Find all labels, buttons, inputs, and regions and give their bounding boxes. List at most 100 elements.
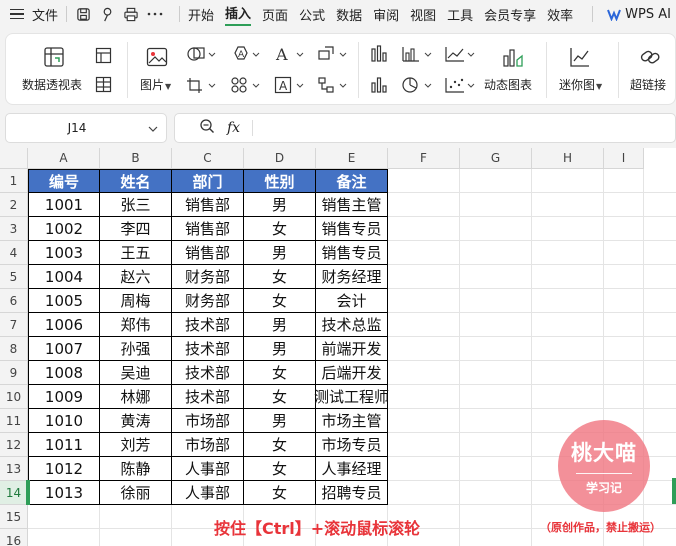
table-cell-dept[interactable]: 人事部 (172, 481, 244, 505)
table-cell-name[interactable]: 黄涛 (100, 409, 172, 433)
header-cell-dept[interactable]: 部门 (172, 169, 244, 193)
scatter-chart-icon[interactable] (444, 76, 476, 94)
table-cell-id[interactable]: 1007 (28, 337, 100, 361)
object-icon[interactable] (317, 45, 347, 63)
name-box[interactable]: J14 (5, 113, 167, 143)
table-cell-id[interactable]: 1009 (28, 385, 100, 409)
column-header-f[interactable]: F (388, 148, 460, 169)
table-cell-gender[interactable]: 女 (244, 217, 316, 241)
row-header-2[interactable]: 2 (0, 193, 28, 217)
table-cell-id[interactable]: 1013 (28, 481, 100, 505)
column-chart-icon[interactable] (369, 45, 389, 63)
table-cell-name[interactable]: 吴迪 (100, 361, 172, 385)
table-cell-gender[interactable]: 男 (244, 313, 316, 337)
table-cell-gender[interactable]: 女 (244, 265, 316, 289)
row-header-4[interactable]: 4 (0, 241, 28, 265)
column-header-a[interactable]: A (28, 148, 100, 169)
row-header-12[interactable]: 12 (0, 433, 28, 457)
textbox-icon[interactable]: A (274, 76, 304, 94)
table-cell-id[interactable]: 1002 (28, 217, 100, 241)
row-header-15[interactable]: 15 (0, 505, 28, 529)
row-header-14[interactable]: 14 (0, 481, 28, 505)
link-icon[interactable] (638, 45, 662, 69)
column-header-g[interactable]: G (460, 148, 532, 169)
wordart-icon[interactable]: A (274, 45, 304, 63)
row-header-1[interactable]: 1 (0, 169, 28, 193)
header-cell-name[interactable]: 姓名 (100, 169, 172, 193)
table-cell-dept[interactable]: 销售部 (172, 193, 244, 217)
formula-input[interactable] (253, 114, 675, 142)
tab-insert[interactable]: 插入 (225, 3, 252, 26)
table-cell-dept[interactable]: 销售部 (172, 241, 244, 265)
header-cell-gender[interactable]: 性别 (244, 169, 316, 193)
picture-button[interactable]: 图片▼ (140, 76, 171, 93)
icons-icon[interactable]: A (230, 45, 260, 63)
table-cell-name[interactable]: 王五 (100, 241, 172, 265)
scrollbar[interactable] (672, 478, 676, 504)
table-cell-gender[interactable]: 男 (244, 193, 316, 217)
table-cell-note[interactable]: 市场专员 (316, 433, 388, 457)
table-cell-id[interactable]: 1004 (28, 265, 100, 289)
table-cell-id[interactable]: 1003 (28, 241, 100, 265)
hyperlink-button[interactable]: 超链接 (630, 76, 666, 93)
table-cell-id[interactable]: 1005 (28, 289, 100, 313)
table-cell-note[interactable]: 销售专员 (316, 217, 388, 241)
dynamic-chart-button[interactable]: 动态图表 (484, 76, 532, 93)
column-header-h[interactable]: H (532, 148, 604, 169)
table-cell-name[interactable]: 刘芳 (100, 433, 172, 457)
table-cell-dept[interactable]: 技术部 (172, 313, 244, 337)
pivot-table-button[interactable]: 数据透视表 (22, 76, 82, 93)
table-cell-dept[interactable]: 市场部 (172, 433, 244, 457)
file-menu[interactable]: 文件 (32, 5, 58, 24)
table-cell-name[interactable]: 林娜 (100, 385, 172, 409)
table-cell-name[interactable]: 郑伟 (100, 313, 172, 337)
table-cell-gender[interactable]: 女 (244, 289, 316, 313)
table-cell-dept[interactable]: 财务部 (172, 265, 244, 289)
tab-page[interactable]: 页面 (262, 5, 288, 24)
shape-icon[interactable] (186, 45, 216, 63)
column-header-d[interactable]: D (244, 148, 316, 169)
more-icon[interactable] (147, 6, 163, 22)
table-cell-gender[interactable]: 男 (244, 409, 316, 433)
header-cell-note[interactable]: 备注 (316, 169, 388, 193)
table-cell-note[interactable]: 会计 (316, 289, 388, 313)
row-header-7[interactable]: 7 (0, 313, 28, 337)
select-all-corner[interactable] (0, 148, 28, 169)
pivot-table-icon[interactable] (42, 45, 66, 69)
table-cell-note[interactable]: 前端开发 (316, 337, 388, 361)
table-cell-note[interactable]: 财务经理 (316, 265, 388, 289)
table-cell-note[interactable]: 招聘专员 (316, 481, 388, 505)
table-cell-gender[interactable]: 女 (244, 457, 316, 481)
header-cell-id[interactable]: 编号 (28, 169, 100, 193)
table-cell-name[interactable]: 赵六 (100, 265, 172, 289)
table-cell-id[interactable]: 1001 (28, 193, 100, 217)
flowchart-icon[interactable] (317, 76, 347, 94)
line-chart-icon[interactable] (401, 45, 433, 63)
table-cell-dept[interactable]: 技术部 (172, 361, 244, 385)
table-icon[interactable] (94, 75, 112, 93)
column-header-b[interactable]: B (100, 148, 172, 169)
save-icon[interactable] (75, 6, 91, 22)
tab-data[interactable]: 数据 (336, 5, 362, 24)
tab-review[interactable]: 审阅 (373, 5, 399, 24)
table-cell-note[interactable]: 测试工程师 (314, 385, 389, 409)
table-cell-dept[interactable]: 市场部 (172, 409, 244, 433)
table-cell-dept[interactable]: 财务部 (172, 289, 244, 313)
table-cell-name[interactable]: 李四 (100, 217, 172, 241)
table-cell-note[interactable]: 销售专员 (316, 241, 388, 265)
table-cell-id[interactable]: 1008 (28, 361, 100, 385)
row-header-6[interactable]: 6 (0, 289, 28, 313)
table-cell-name[interactable]: 孙强 (100, 337, 172, 361)
tab-home[interactable]: 开始 (188, 5, 214, 24)
table-cell-name[interactable]: 陈静 (100, 457, 172, 481)
pie-chart-icon[interactable] (401, 76, 433, 94)
table-cell-name[interactable]: 张三 (100, 193, 172, 217)
table-cell-note[interactable]: 销售主管 (316, 193, 388, 217)
column-header-c[interactable]: C (172, 148, 244, 169)
table-cell-id[interactable]: 1012 (28, 457, 100, 481)
table-cell-dept[interactable]: 技术部 (172, 337, 244, 361)
row-header-11[interactable]: 11 (0, 409, 28, 433)
bar-chart-icon[interactable] (369, 76, 389, 94)
table-cell-gender[interactable]: 女 (244, 361, 316, 385)
function-icon[interactable]: fx (227, 120, 240, 136)
